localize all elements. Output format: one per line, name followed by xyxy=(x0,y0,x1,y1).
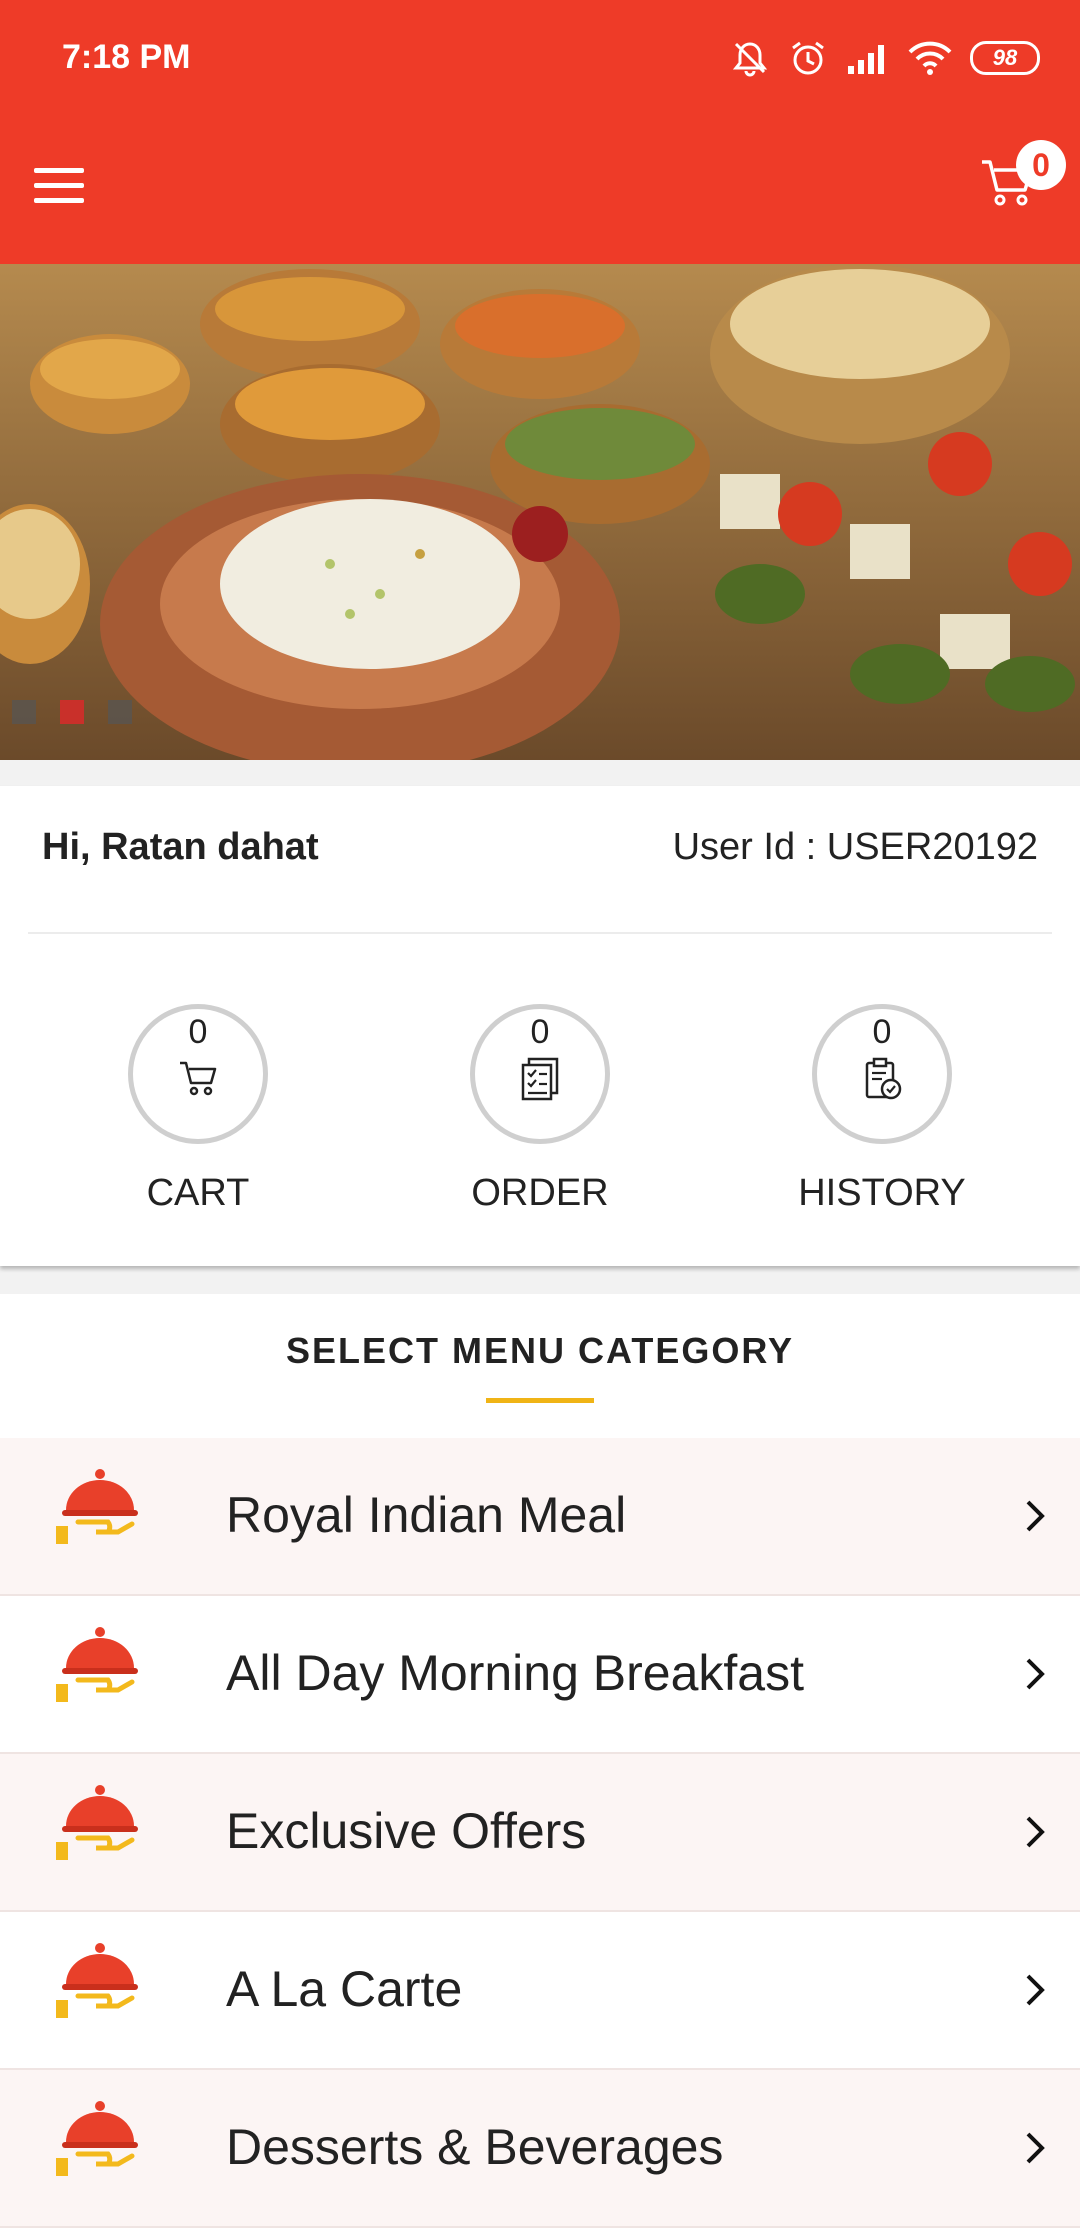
history-stat-label: HISTORY xyxy=(798,1172,966,1214)
user-greeting: Hi, Ratan dahat xyxy=(42,826,319,868)
serving-cloche-icon xyxy=(56,2101,138,2176)
history-stat-circle: 0 xyxy=(812,1004,952,1144)
app-header: 7:18 PM 98 0 xyxy=(0,0,1080,264)
serving-cloche-icon xyxy=(56,1785,138,1860)
order-stat-circle: 0 xyxy=(470,1004,610,1144)
chevron-right-icon xyxy=(1026,1658,1045,1690)
status-icons: 98 xyxy=(730,36,1040,80)
history-clipboard-icon xyxy=(865,1057,902,1100)
history-stat-button[interactable]: 0 HISTORY xyxy=(732,1004,1032,1215)
carousel-dot[interactable] xyxy=(108,700,132,724)
cart-stat-circle: 0 xyxy=(128,1004,268,1144)
battery-indicator: 98 xyxy=(970,41,1040,75)
menu-item-a-la-carte[interactable]: A La Carte xyxy=(0,1912,1080,2070)
wifi-icon xyxy=(908,41,952,75)
chevron-right-icon xyxy=(1026,1816,1045,1848)
serving-cloche-icon xyxy=(56,1943,138,2018)
mute-bell-icon xyxy=(732,42,768,77)
chevron-right-icon xyxy=(1026,1974,1045,2006)
menu-item-label: Desserts & Beverages xyxy=(226,2119,724,2175)
carousel-dot-active[interactable] xyxy=(60,700,84,724)
menu-item-label: All Day Morning Breakfast xyxy=(226,1645,805,1701)
cart-stat-button[interactable]: 0 CART xyxy=(48,1004,348,1215)
cart-icon xyxy=(180,1061,217,1096)
order-stat-button[interactable]: 0 ORDER xyxy=(390,1004,690,1215)
order-stat-count: 0 xyxy=(530,1013,550,1051)
cart-stat-count: 0 xyxy=(188,1013,208,1051)
title-underline xyxy=(486,1398,594,1403)
food-banner-image xyxy=(0,264,1080,760)
signal-icon xyxy=(848,45,884,74)
menu-category-title: SELECT MENU CATEGORY xyxy=(285,1330,795,1371)
carousel-dot[interactable] xyxy=(12,700,36,724)
menu-item-all-day-breakfast[interactable]: All Day Morning Breakfast xyxy=(0,1596,1080,1754)
serving-cloche-icon xyxy=(56,1469,138,1544)
chevron-right-icon xyxy=(1026,2132,1045,2164)
serving-cloche-icon xyxy=(56,1627,138,1702)
menu-item-royal-indian-meal[interactable]: Royal Indian Meal xyxy=(0,1438,1080,1596)
status-time: 7:18 PM xyxy=(62,38,191,76)
menu-item-label: A La Carte xyxy=(226,1961,463,2017)
menu-item-label: Exclusive Offers xyxy=(226,1803,587,1859)
cart-stat-label: CART xyxy=(146,1172,250,1214)
user-summary-card: Hi, Ratan dahat User Id : USER20192 0 CA… xyxy=(0,786,1080,1266)
chevron-right-icon xyxy=(1026,1500,1045,1532)
order-list-icon xyxy=(521,1057,559,1101)
hamburger-menu-icon[interactable] xyxy=(30,162,88,210)
food-banner-carousel[interactable] xyxy=(0,264,1080,760)
history-stat-count: 0 xyxy=(872,1013,892,1051)
menu-item-label: Royal Indian Meal xyxy=(226,1487,627,1543)
cart-count-badge: 0 xyxy=(1016,140,1066,190)
menu-category-list: Royal Indian Meal All Day Morning Breakf… xyxy=(0,1438,1080,2228)
menu-category-header: SELECT MENU CATEGORY xyxy=(0,1294,1080,1438)
divider xyxy=(28,932,1052,934)
order-stat-label: ORDER xyxy=(471,1172,609,1214)
user-id: User Id : USER20192 xyxy=(672,826,1038,868)
carousel-indicators xyxy=(12,700,132,724)
menu-item-exclusive-offers[interactable]: Exclusive Offers xyxy=(0,1754,1080,1912)
menu-item-desserts-beverages[interactable]: Desserts & Beverages xyxy=(0,2070,1080,2228)
alarm-icon xyxy=(792,41,824,75)
